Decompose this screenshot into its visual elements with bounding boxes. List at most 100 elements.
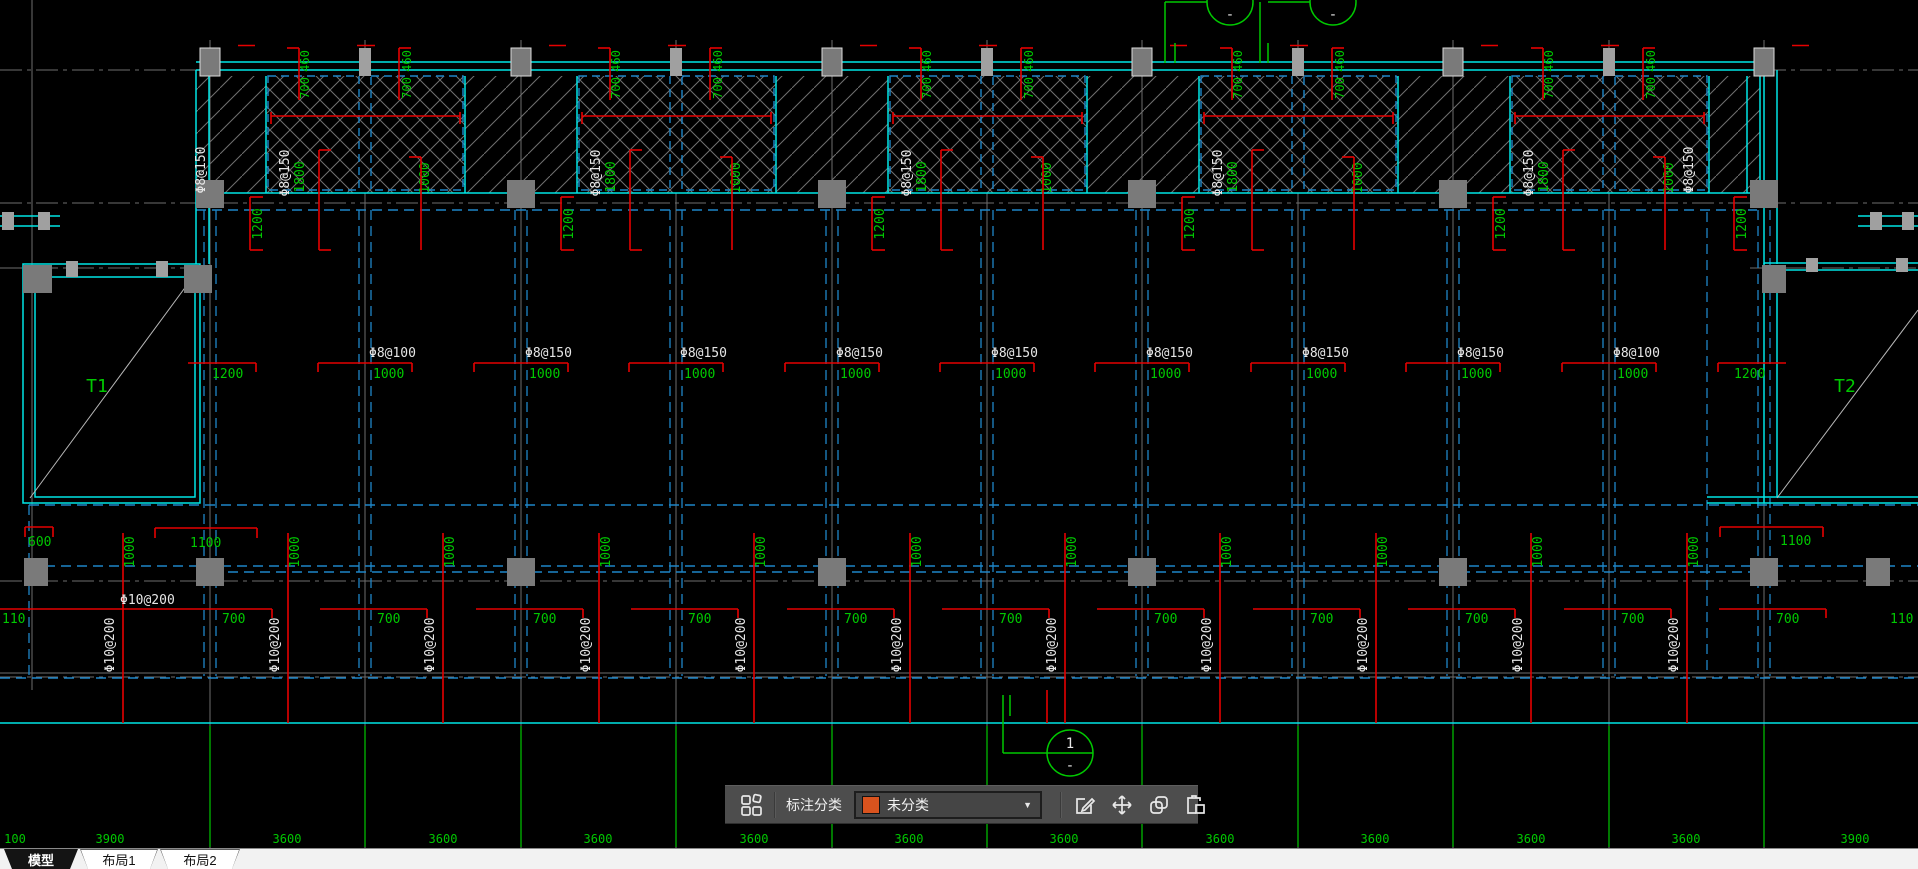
svg-text:1200: 1200 [873, 208, 888, 239]
toolbar-separator [774, 791, 776, 818]
svg-text:1200: 1200 [1734, 367, 1765, 382]
svg-text:1000: 1000 [684, 367, 715, 382]
svg-text:Φ8@100: Φ8@100 [369, 346, 416, 361]
svg-text:1200: 1200 [1494, 208, 1509, 239]
copy-icon[interactable] [1146, 792, 1172, 818]
svg-text:Φ8@150: Φ8@150 [278, 150, 293, 197]
tab-layout2[interactable]: 布局2 [160, 849, 240, 869]
svg-text:Φ8@100: Φ8@100 [1613, 346, 1660, 361]
svg-text:Φ8@150: Φ8@150 [836, 346, 883, 361]
svg-text:1200: 1200 [1735, 208, 1750, 239]
svg-text:T1: T1 [86, 376, 108, 397]
svg-text:1800: 1800 [1226, 161, 1241, 192]
svg-text:Φ8@150: Φ8@150 [900, 150, 915, 197]
svg-text:700: 700 [533, 612, 556, 627]
lower-band-annotations: Φ10@200 1000 Φ10@200 1000 Φ10@200 1000 Φ10@200… [0, 526, 1913, 723]
svg-text:700: 700 [400, 77, 414, 99]
svg-text:1000: 1000 [443, 536, 458, 567]
svg-text:Φ8@150: Φ8@150 [1522, 150, 1537, 197]
tab-layout1[interactable]: 布局1 [80, 849, 158, 869]
svg-text:700: 700 [1333, 77, 1347, 99]
svg-text:110: 110 [1890, 612, 1913, 627]
svg-text:1100: 1100 [190, 536, 221, 551]
svg-text:1000: 1000 [1306, 367, 1337, 382]
svg-text:3600: 3600 [1517, 832, 1546, 846]
svg-text:1: 1 [1066, 736, 1074, 752]
svg-text:3600: 3600 [740, 832, 769, 846]
svg-text:1000: 1000 [840, 367, 871, 382]
category-dropdown[interactable]: 未分类 ▼ [854, 790, 1042, 819]
application-window: T1 T2 460 700 460 700 Φ8@150 1800 1000 460 700 460 7… [0, 0, 1918, 869]
svg-text:700: 700 [298, 77, 312, 99]
svg-text:700: 700 [1465, 612, 1488, 627]
svg-text:Φ10@200: Φ10@200 [1667, 618, 1682, 673]
svg-text:Φ8@150: Φ8@150 [1211, 150, 1226, 197]
svg-text:460: 460 [1231, 50, 1245, 72]
cad-viewport[interactable]: T1 T2 460 700 460 700 Φ8@150 1800 1000 460 700 460 7… [0, 0, 1918, 869]
svg-text:Φ10@200: Φ10@200 [890, 618, 905, 673]
svg-text:1000: 1000 [1220, 536, 1235, 567]
svg-text:1000: 1000 [1376, 536, 1391, 567]
svg-text:1800: 1800 [293, 161, 308, 192]
svg-text:1200: 1200 [212, 367, 243, 382]
svg-text:460: 460 [1333, 50, 1347, 72]
move-icon[interactable] [1109, 792, 1135, 818]
svg-text:Φ10@200: Φ10@200 [1511, 618, 1526, 673]
svg-text:Φ8@150: Φ8@150 [1146, 346, 1193, 361]
svg-text:Φ8@150: Φ8@150 [1457, 346, 1504, 361]
svg-text:1800: 1800 [915, 161, 930, 192]
svg-text:1000: 1000 [1461, 367, 1492, 382]
svg-text:1200: 1200 [1183, 208, 1198, 239]
svg-text:Φ10@200: Φ10@200 [120, 593, 175, 608]
tab-model[interactable]: 模型 [4, 849, 78, 869]
svg-text:3900: 3900 [1841, 832, 1870, 846]
svg-text:Φ10@200: Φ10@200 [579, 618, 594, 673]
svg-text:Φ10@200: Φ10@200 [268, 618, 283, 673]
layout-tabbar: 模型 布局1 布局2 [0, 848, 1918, 869]
svg-text:Φ10@200: Φ10@200 [103, 618, 118, 673]
svg-text:1000: 1000 [373, 367, 404, 382]
blocks-icon[interactable] [738, 792, 764, 818]
edit-annotation-icon[interactable] [1072, 792, 1098, 818]
svg-text:Φ8@150: Φ8@150 [194, 147, 209, 194]
toolbar-separator [1060, 791, 1062, 818]
svg-text:460: 460 [400, 50, 414, 72]
svg-text:700: 700 [920, 77, 934, 99]
svg-text:1000: 1000 [1065, 536, 1080, 567]
svg-text:460: 460 [609, 50, 623, 72]
svg-text:Φ8@150: Φ8@150 [1302, 346, 1349, 361]
svg-text:Φ8@150: Φ8@150 [589, 150, 604, 197]
svg-text:Φ10@200: Φ10@200 [1200, 618, 1215, 673]
svg-text:Φ10@200: Φ10@200 [734, 618, 749, 673]
svg-text:1100: 1100 [1780, 534, 1811, 549]
svg-text:3600: 3600 [584, 832, 613, 846]
svg-text:600: 600 [28, 535, 51, 550]
svg-text:700: 700 [999, 612, 1022, 627]
svg-text:700: 700 [609, 77, 623, 99]
svg-text:1000: 1000 [599, 536, 614, 567]
svg-text:700: 700 [1022, 77, 1036, 99]
svg-text:1800: 1800 [604, 161, 619, 192]
svg-text:3900: 3900 [96, 832, 125, 846]
svg-text:Φ10@200: Φ10@200 [423, 618, 438, 673]
svg-text:460: 460 [1022, 50, 1036, 72]
paste-icon[interactable] [1183, 792, 1209, 818]
svg-text:-: - [1329, 7, 1337, 23]
svg-text:Φ8@150: Φ8@150 [991, 346, 1038, 361]
svg-text:-: - [1226, 7, 1234, 23]
svg-text:Φ8@150: Φ8@150 [680, 346, 727, 361]
svg-text:700: 700 [1542, 77, 1556, 99]
svg-text:-: - [1066, 758, 1074, 774]
category-dropdown-value: 未分类 [887, 796, 929, 813]
svg-text:460: 460 [298, 50, 312, 72]
svg-text:Φ10@200: Φ10@200 [1356, 618, 1371, 673]
svg-text:1000: 1000 [754, 536, 769, 567]
svg-text:1200: 1200 [562, 208, 577, 239]
svg-text:T2: T2 [1834, 376, 1856, 397]
annotation-toolbar: 标注分类 未分类 ▼ [725, 785, 1205, 824]
svg-text:3600: 3600 [429, 832, 458, 846]
svg-text:1000: 1000 [1150, 367, 1181, 382]
svg-text:3600: 3600 [1050, 832, 1079, 846]
svg-text:3600: 3600 [1672, 832, 1701, 846]
svg-text:1000: 1000 [123, 536, 138, 567]
